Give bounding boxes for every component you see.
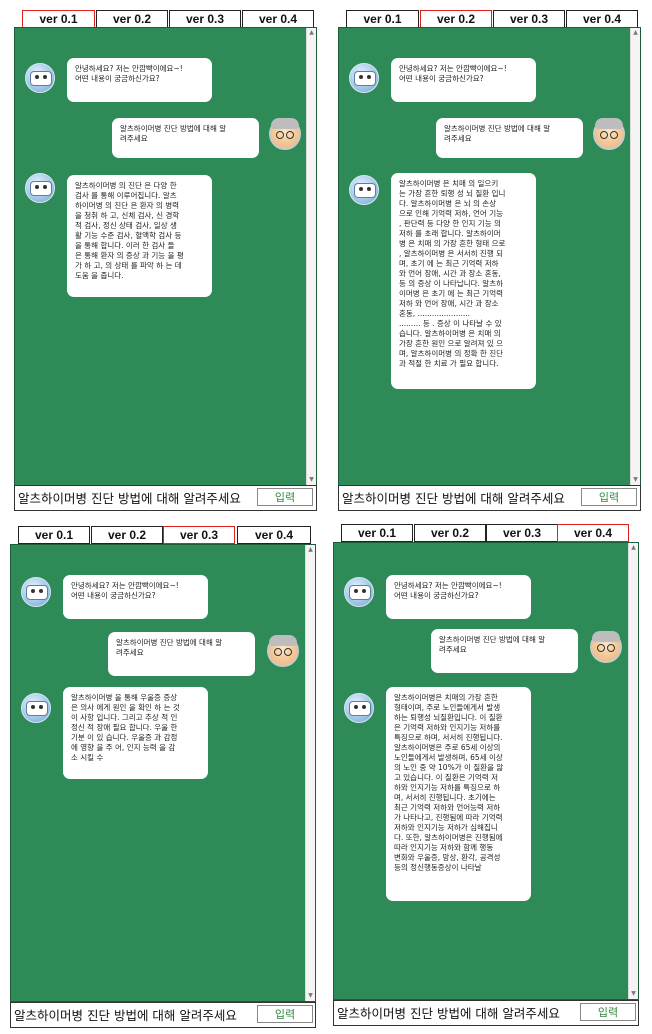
tab-ver-0-3[interactable]: ver 0.3 — [486, 524, 558, 542]
chat-scrollbar[interactable]: ▲ ▼ — [305, 545, 315, 1001]
panel-ver-0-4: ver 0.1 ver 0.2 ver 0.3 ver 0.4 안녕하세요? 저… — [333, 524, 639, 1026]
bot-avatar-icon — [349, 63, 379, 93]
send-button[interactable]: 입력 — [257, 488, 313, 506]
bot-avatar-icon — [344, 577, 374, 607]
tab-ver-0-3[interactable]: ver 0.3 — [163, 526, 235, 544]
tab-ver-0-1[interactable]: ver 0.1 — [346, 10, 419, 28]
tab-ver-0-2[interactable]: ver 0.2 — [414, 524, 486, 542]
bot-answer-bubble: 알츠하이머병은 치매의 가장 흔한 형태이며, 주로 노인들에게서 발생 하는 … — [386, 687, 531, 901]
tab-ver-0-3[interactable]: ver 0.3 — [169, 10, 241, 28]
chat-area: 안녕하세요? 저는 안깜빡이에요~! 어떤 내용이 궁금하신가요? 알츠하이머병… — [338, 27, 641, 486]
tab-ver-0-2[interactable]: ver 0.2 — [420, 10, 492, 28]
bot-greeting-bubble: 안녕하세요? 저는 안깜빡이에요~! 어떤 내용이 궁금하신가요? — [67, 58, 212, 102]
tab-ver-0-4[interactable]: ver 0.4 — [242, 10, 314, 28]
scroll-up-icon[interactable]: ▲ — [307, 28, 316, 38]
message-input[interactable] — [340, 487, 578, 507]
user-question-bubble: 알츠하이머병 진단 방법에 대해 알 려주세요 — [108, 632, 255, 676]
panel-ver-0-3: ver 0.1 ver 0.2 ver 0.3 ver 0.4 안녕하세요? 저… — [10, 526, 316, 1028]
tab-ver-0-4[interactable]: ver 0.4 — [566, 10, 638, 28]
version-tabs: ver 0.1 ver 0.2 ver 0.3 ver 0.4 — [333, 524, 639, 542]
panel-ver-0-1: ver 0.1 ver 0.2 ver 0.3 ver 0.4 안녕하세요? 저… — [14, 10, 317, 511]
tab-ver-0-1[interactable]: ver 0.1 — [22, 10, 95, 28]
message-input[interactable] — [16, 487, 254, 507]
chat-area: 안녕하세요? 저는 안깜빡이에요~! 어떤 내용이 궁금하신가요? 알츠하이머병… — [10, 544, 316, 1002]
input-bar: 입력 — [14, 485, 317, 511]
scroll-up-icon[interactable]: ▲ — [631, 28, 640, 38]
bot-answer-bubble: 알츠하이머병 을 통해 우울증 증상 은 의사 에게 원인 을 확인 하 는 것… — [63, 687, 208, 779]
message-input[interactable] — [12, 1004, 252, 1024]
bot-greeting-bubble: 안녕하세요? 저는 안깜빡이에요~! 어떤 내용이 궁금하신가요? — [63, 575, 208, 619]
send-button[interactable]: 입력 — [257, 1005, 313, 1023]
bot-avatar-icon — [349, 175, 379, 205]
scroll-down-icon[interactable]: ▼ — [631, 475, 640, 485]
chat-scrollbar[interactable]: ▲ ▼ — [306, 28, 316, 485]
input-bar: 입력 — [338, 485, 641, 511]
chat-area: 안녕하세요? 저는 안깜빡이에요~! 어떤 내용이 궁금하신가요? 알츠하이머병… — [333, 542, 639, 1000]
user-avatar-icon — [590, 631, 622, 663]
bot-avatar-icon — [25, 173, 55, 203]
chat-area: 안녕하세요? 저는 안깜빡이에요~! 어떤 내용이 궁금하신가요? 알츠하이머병… — [14, 27, 317, 486]
scroll-down-icon[interactable]: ▼ — [307, 475, 316, 485]
bot-avatar-icon — [344, 693, 374, 723]
bot-answer-bubble: 알츠하이머병 은 치매 의 일으키 는 가장 흔한 퇴행 성 뇌 질환 입니 다… — [391, 173, 536, 389]
user-avatar-icon — [269, 118, 301, 150]
scroll-down-icon[interactable]: ▼ — [629, 989, 638, 999]
input-bar: 입력 — [333, 1000, 639, 1026]
user-question-bubble: 알츠하이머병 진단 방법에 대해 알 려주세요 — [436, 118, 583, 158]
bot-greeting-bubble: 안녕하세요? 저는 안깜빡이에요~! 어떤 내용이 궁금하신가요? — [391, 58, 536, 102]
version-tabs: ver 0.1 ver 0.2 ver 0.3 ver 0.4 — [10, 526, 316, 544]
chat-scrollbar[interactable]: ▲ ▼ — [630, 28, 640, 485]
input-bar: 입력 — [10, 1002, 316, 1028]
bot-answer-bubble: 알츠하이머병 의 진단 은 다양 한 검사 를 통해 이루어집니다. 알츠 하이… — [67, 175, 212, 297]
tab-ver-0-2[interactable]: ver 0.2 — [96, 10, 168, 28]
tab-ver-0-3[interactable]: ver 0.3 — [493, 10, 565, 28]
tab-ver-0-1[interactable]: ver 0.1 — [341, 524, 413, 542]
user-avatar-icon — [593, 118, 625, 150]
send-button[interactable]: 입력 — [580, 1003, 636, 1021]
tab-ver-0-1[interactable]: ver 0.1 — [18, 526, 90, 544]
scroll-down-icon[interactable]: ▼ — [306, 991, 315, 1001]
bot-avatar-icon — [21, 693, 51, 723]
scroll-up-icon[interactable]: ▲ — [306, 545, 315, 555]
bot-greeting-bubble: 안녕하세요? 저는 안깜빡이에요~! 어떤 내용이 궁금하신가요? — [386, 575, 531, 619]
user-question-bubble: 알츠하이머병 진단 방법에 대해 알 려주세요 — [112, 118, 259, 158]
tab-ver-0-4[interactable]: ver 0.4 — [237, 526, 311, 544]
tab-ver-0-2[interactable]: ver 0.2 — [91, 526, 163, 544]
user-question-bubble: 알츠하이머병 진단 방법에 대해 알 려주세요 — [431, 629, 578, 673]
panel-ver-0-2: ver 0.1 ver 0.2 ver 0.3 ver 0.4 안녕하세요? 저… — [338, 10, 641, 511]
user-avatar-icon — [267, 635, 299, 667]
tab-ver-0-4[interactable]: ver 0.4 — [557, 524, 629, 542]
bot-avatar-icon — [21, 577, 51, 607]
version-tabs: ver 0.1 ver 0.2 ver 0.3 ver 0.4 — [14, 10, 317, 28]
send-button[interactable]: 입력 — [581, 488, 637, 506]
message-input[interactable] — [335, 1002, 575, 1022]
version-tabs: ver 0.1 ver 0.2 ver 0.3 ver 0.4 — [338, 10, 641, 28]
chat-scrollbar[interactable]: ▲ ▼ — [628, 543, 638, 999]
scroll-up-icon[interactable]: ▲ — [629, 543, 638, 553]
bot-avatar-icon — [25, 63, 55, 93]
